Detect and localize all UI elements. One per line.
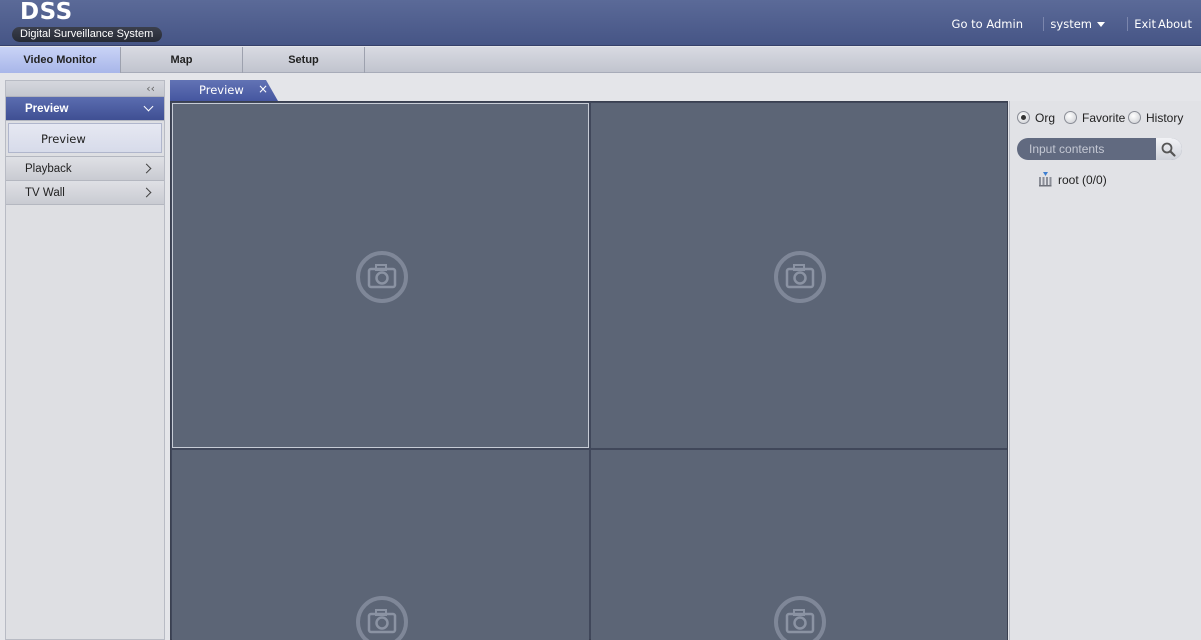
- radio-history[interactable]: History: [1128, 111, 1183, 127]
- tree-item-label: root (0/0): [1058, 173, 1107, 187]
- sidebar-section-label: Preview: [25, 103, 69, 115]
- camera-icon: [774, 251, 826, 303]
- radio-label: History: [1146, 111, 1184, 125]
- chevron-right-icon: [141, 163, 152, 174]
- radio-favorite[interactable]: Favorite: [1064, 111, 1125, 127]
- nav-tab-map[interactable]: Map: [121, 47, 243, 73]
- camera-icon: [356, 251, 408, 303]
- nav-tab-video-monitor[interactable]: Video Monitor: [0, 47, 121, 73]
- radio-selected-icon: [1017, 111, 1030, 124]
- sidebar-section-label: TV Wall: [25, 187, 65, 199]
- video-pane[interactable]: [591, 450, 1007, 640]
- user-menu[interactable]: system: [1050, 17, 1105, 31]
- logo-subtitle: Digital Surveillance System: [12, 27, 163, 42]
- close-icon[interactable]: ×: [258, 82, 268, 96]
- device-panel: Org Favorite History root (0/0): [1009, 101, 1201, 640]
- collapse-bar: ‹‹: [6, 81, 164, 97]
- search-button[interactable]: [1156, 138, 1182, 160]
- tab-preview[interactable]: Preview ×: [170, 80, 278, 101]
- radio-label: Favorite: [1082, 111, 1126, 125]
- sidebar-item-preview[interactable]: Preview: [8, 123, 162, 153]
- radio-org[interactable]: Org: [1017, 111, 1055, 127]
- video-pane[interactable]: [591, 103, 1007, 448]
- radio-unselected-icon: [1128, 111, 1141, 124]
- tab-label: Preview: [199, 83, 244, 97]
- double-chevron-left-icon[interactable]: ‹‹: [146, 81, 155, 96]
- app-header: DSS Digital Surveillance System Go to Ad…: [0, 0, 1201, 46]
- search-input[interactable]: [1017, 138, 1157, 160]
- search-icon: [1161, 142, 1176, 157]
- main-nav: Video Monitor Map Setup: [0, 47, 1201, 73]
- user-name: system: [1050, 17, 1092, 31]
- go-to-admin-link[interactable]: Go to Admin: [952, 17, 1023, 31]
- sidebar-sub-list: Preview: [6, 121, 164, 157]
- tree-item-root[interactable]: root (0/0): [1038, 172, 1107, 187]
- radio-unselected-icon: [1064, 111, 1077, 124]
- about-link[interactable]: About: [1158, 17, 1192, 31]
- camera-icon: [774, 596, 826, 640]
- nav-tab-setup[interactable]: Setup: [243, 47, 365, 73]
- radio-label: Org: [1035, 111, 1056, 125]
- video-grid: [170, 101, 1008, 640]
- sidebar-section-preview[interactable]: Preview: [6, 97, 164, 121]
- left-panel: ‹‹ Preview Preview Playback TV Wall: [5, 80, 165, 640]
- top-separator: [1043, 17, 1044, 31]
- logo-title: DSS: [20, 0, 73, 25]
- caret-down-icon: [1097, 22, 1105, 27]
- chevron-down-icon: [143, 101, 154, 112]
- sidebar-section-playback[interactable]: Playback: [6, 157, 164, 181]
- chevron-right-icon: [141, 187, 152, 198]
- search-box: [1017, 138, 1182, 160]
- camera-icon: [356, 596, 408, 640]
- exit-link[interactable]: Exit: [1134, 17, 1156, 31]
- top-separator: [1127, 17, 1128, 31]
- video-pane[interactable]: [172, 450, 589, 640]
- device-tree-root-icon: [1039, 172, 1052, 187]
- tab-strip: Preview ×: [170, 80, 1201, 101]
- sidebar-section-tv-wall[interactable]: TV Wall: [6, 181, 164, 205]
- sidebar-section-label: Playback: [25, 163, 72, 175]
- video-pane[interactable]: [172, 103, 589, 448]
